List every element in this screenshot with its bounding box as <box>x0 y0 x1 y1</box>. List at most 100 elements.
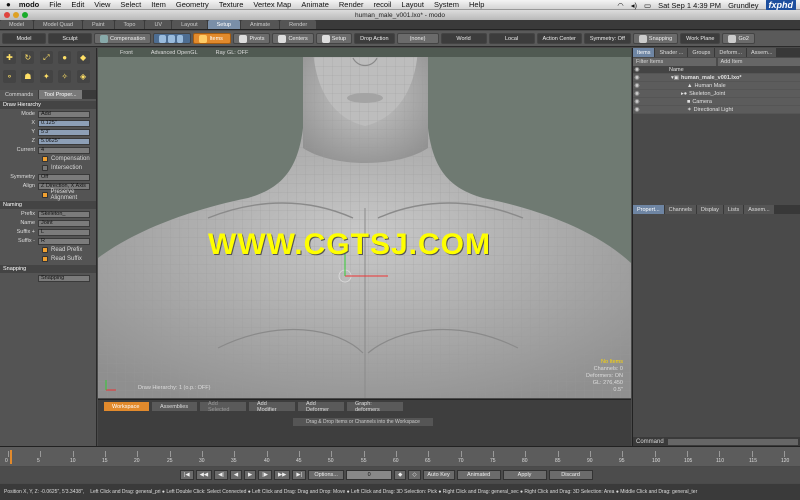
rotate-tool-icon[interactable]: ↻ <box>21 51 35 64</box>
section-naming[interactable]: Naming <box>0 201 96 209</box>
eye-icon[interactable]: ◉ <box>633 98 641 105</box>
tab-items[interactable]: Items <box>633 48 655 57</box>
minimize-window-icon[interactable] <box>13 12 19 18</box>
item-row-camera[interactable]: ◉ ■ Camera <box>633 98 800 106</box>
z-field[interactable]: 5.0625" <box>38 137 90 145</box>
name-field[interactable]: Joint <box>38 219 90 227</box>
centers-button[interactable]: Centers <box>272 33 314 44</box>
tab-properties[interactable]: Propert... <box>633 205 664 214</box>
key-options-icon[interactable]: ◇ <box>408 470 421 480</box>
drop-action-select[interactable]: (none) <box>396 33 439 44</box>
wifi-icon[interactable]: ◠ <box>617 1 624 10</box>
filter-items-dropdown[interactable]: Filter Items <box>633 58 716 66</box>
current-field[interactable]: 4 <box>38 146 90 154</box>
step-forward-icon[interactable]: |▶ <box>258 470 272 480</box>
view-type-dropdown[interactable]: Front <box>120 50 133 56</box>
menu-texture[interactable]: Texture <box>219 0 244 9</box>
menu-view[interactable]: View <box>94 0 110 9</box>
world-button[interactable]: World <box>440 33 487 44</box>
next-key-icon[interactable]: ▶▶ <box>273 470 291 480</box>
go-to-end-icon[interactable]: ▶| <box>292 470 307 480</box>
add-selected-button[interactable]: Add Selected <box>200 401 246 413</box>
tab-tool-properties[interactable]: Tool Proper... <box>39 90 82 99</box>
items-button[interactable]: Items <box>193 33 232 44</box>
apple-icon[interactable]: ● <box>6 0 11 9</box>
go-to-start-icon[interactable]: |◀ <box>180 470 194 480</box>
tab-render[interactable]: Render <box>280 20 317 29</box>
eye-icon[interactable]: ◉ <box>633 90 641 97</box>
tab-lists[interactable]: Lists <box>723 205 744 214</box>
frame-field[interactable]: 0 <box>346 470 393 480</box>
weight-tool-icon[interactable]: ☗ <box>21 70 35 83</box>
read-prefix-checkbox[interactable] <box>42 247 48 253</box>
menu-render[interactable]: Render <box>339 0 364 9</box>
close-window-icon[interactable] <box>4 12 10 18</box>
tab-deformers[interactable]: Deform... <box>715 48 746 57</box>
add-deformer-button[interactable]: Add Deformer <box>298 401 344 413</box>
work-plane-dropdown[interactable]: Work Plane <box>680 33 721 44</box>
tab-uv[interactable]: UV <box>145 20 172 29</box>
model-button[interactable]: Model <box>2 33 46 44</box>
select-tool-icon[interactable]: ◈ <box>76 70 90 83</box>
volume-icon[interactable]: ◂) <box>631 1 637 10</box>
animated-dropdown[interactable]: Animated <box>456 470 501 480</box>
pivot-tool-icon[interactable]: ✧ <box>58 70 72 83</box>
menu-recoil[interactable]: recoil <box>373 0 391 9</box>
timeline-playhead[interactable] <box>10 450 12 464</box>
raygl-toggle[interactable]: Ray GL: OFF <box>216 50 249 56</box>
step-back-icon[interactable]: ◀| <box>214 470 228 480</box>
pivots-button[interactable]: Pivots <box>233 33 271 44</box>
menu-file[interactable]: File <box>49 0 61 9</box>
command-input[interactable] <box>667 438 798 445</box>
previous-key-icon[interactable]: ◀◀ <box>195 470 213 480</box>
compensation-button[interactable]: Compensation <box>94 33 152 44</box>
compensation-checkbox[interactable] <box>42 156 48 162</box>
element-tool-icon[interactable]: ◆ <box>76 51 90 64</box>
menu-edit[interactable]: Edit <box>71 0 84 9</box>
tab-display[interactable]: Display <box>696 205 723 214</box>
go2-button[interactable]: Go2 <box>722 33 755 44</box>
menu-system[interactable]: System <box>434 0 459 9</box>
snapping-field[interactable]: Snapping <box>38 274 90 282</box>
symmetry-dropdown[interactable]: Symmetry: Off <box>583 33 631 44</box>
item-row-skeleton-joint[interactable]: ◉ ▸● Skeleton_Joint <box>633 90 800 98</box>
battery-icon[interactable]: ▭ <box>644 1 651 10</box>
suffix-plus-field[interactable]: L <box>38 228 90 236</box>
eye-icon[interactable]: ◉ <box>633 82 641 89</box>
tab-model[interactable]: Model <box>0 20 33 29</box>
read-suffix-checkbox[interactable] <box>42 256 48 262</box>
section-snapping[interactable]: Snapping <box>0 265 96 273</box>
timeline-ruler[interactable]: 0 5 10 15 20 25 30 35 40 45 50 55 60 65 70 75 80 85 90 95 10… <box>5 449 792 465</box>
play-icon[interactable]: ▶ <box>244 470 257 480</box>
eye-icon[interactable]: ◉ <box>633 74 641 81</box>
tab-topo[interactable]: Topo <box>114 20 145 29</box>
menu-item[interactable]: Item <box>151 0 166 9</box>
snapping-button[interactable]: Snapping <box>632 33 679 44</box>
light-tool-icon[interactable]: ● <box>58 51 72 64</box>
joint-tool-icon[interactable]: ⚬ <box>3 70 16 83</box>
transform-tool-icon[interactable]: ✦ <box>39 70 53 83</box>
auto-key-button[interactable]: Auto Key <box>422 470 455 480</box>
user-name[interactable]: Grundley <box>728 1 758 10</box>
3d-viewport[interactable]: Front Advanced OpenGL Ray GL: OFF WWW.CG… <box>98 48 631 398</box>
play-reverse-icon[interactable]: ◀ <box>229 470 243 480</box>
workspace-button[interactable]: Workspace <box>104 402 149 411</box>
selection-mode-icons[interactable] <box>153 33 192 44</box>
tab-commands[interactable]: Commands <box>0 90 39 99</box>
tab-groups[interactable]: Groups <box>688 48 715 57</box>
menu-modo[interactable]: modo <box>19 0 39 9</box>
tab-assembly[interactable]: Assem... <box>744 205 774 214</box>
options-button[interactable]: Options... <box>308 470 345 480</box>
tab-channels[interactable]: Channels <box>664 205 696 214</box>
add-item-dropdown[interactable]: Add Item <box>717 58 800 66</box>
zoom-window-icon[interactable] <box>22 12 28 18</box>
x-field[interactable]: 0.125" <box>38 119 90 127</box>
local-button[interactable]: Local <box>488 33 535 44</box>
name-column-header[interactable]: Name <box>669 67 684 73</box>
preserve-alignment-checkbox[interactable] <box>42 192 48 198</box>
suffix-minus-field[interactable]: R <box>38 237 90 245</box>
section-draw-hierarchy[interactable]: Draw Hierarchy <box>0 101 96 109</box>
sculpt-button[interactable]: Sculpt <box>48 33 92 44</box>
tab-layout[interactable]: Layout <box>172 20 207 29</box>
scale-tool-icon[interactable]: ⤢ <box>39 51 53 64</box>
